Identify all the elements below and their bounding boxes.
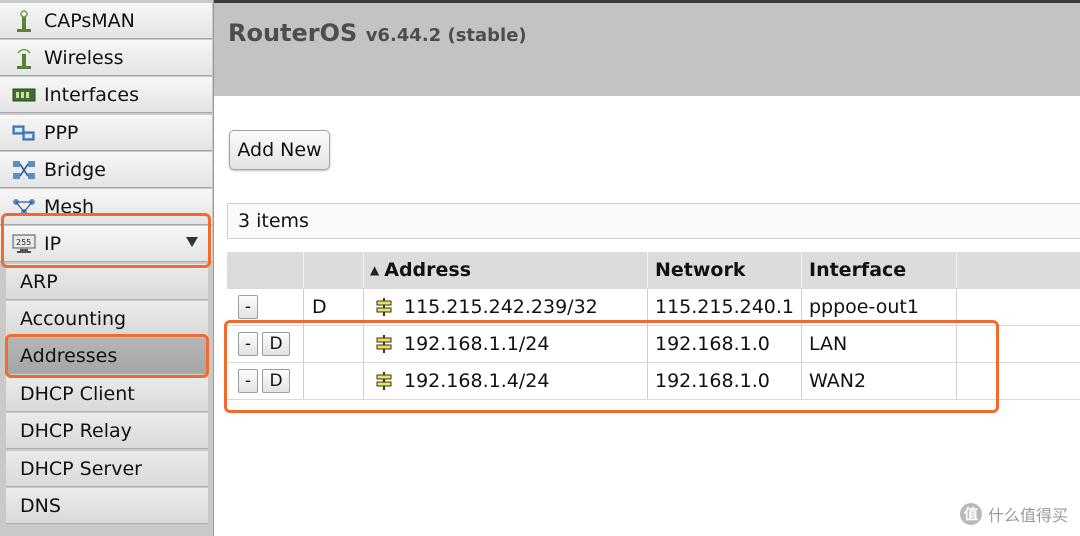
sidebar-item-wireless[interactable]: Wireless [0, 40, 212, 76]
row-interface: WAN2 [802, 363, 957, 399]
watermark-logo-icon: 值 [959, 503, 982, 525]
sort-ascending-icon: ▲ [370, 263, 380, 277]
row-actions: - [227, 289, 304, 325]
row-network: 192.168.1.0 [648, 326, 802, 362]
interfaces-card-icon [11, 84, 37, 106]
watermark-text: 什么值得买 [987, 506, 1068, 525]
ip-monitor-icon: 255 [11, 233, 37, 255]
row-spacer [957, 326, 1080, 362]
row-address-cell[interactable]: 115.215.242.239/32 [364, 289, 648, 325]
row-network: 192.168.1.0 [648, 363, 802, 399]
mesh-network-icon [11, 196, 37, 218]
sidebar-item-label: CAPsMAN [44, 9, 135, 32]
sidebar-item-interfaces[interactable]: Interfaces [0, 77, 212, 113]
row-flag [304, 363, 364, 399]
ppp-network-icon [11, 122, 37, 144]
row-interface: pppoe-out1 [802, 289, 957, 325]
winbox-webfig-window: CAPsMAN Wireless Interfaces PPP Bridge M… [0, 0, 1080, 536]
bridge-network-icon [11, 159, 37, 181]
row-address-cell[interactable]: 192.168.1.1/24 [364, 326, 648, 362]
sidebar-item-label: Mesh [44, 195, 95, 218]
sidebar-subitem-dhcp-server[interactable]: DHCP Server [6, 451, 208, 487]
row-network: 115.215.240.1 [648, 289, 802, 325]
table-row[interactable]: - D 115.215.242.239/32 115.215.240.1 ppp… [227, 289, 1080, 326]
disable-button[interactable]: D [262, 369, 290, 393]
sidebar-subitem-arp[interactable]: ARP [6, 264, 208, 300]
sidebar-subitem-addresses[interactable]: Addresses [6, 338, 208, 374]
remove-button[interactable]: - [238, 295, 258, 319]
chevron-down-icon [186, 237, 198, 247]
sidebar-subitem-dns[interactable]: DNS [6, 488, 208, 524]
capsman-antenna-icon [11, 9, 37, 32]
sidebar-subitem-dhcp-client[interactable]: DHCP Client [6, 376, 208, 412]
sidebar-item-label: PPP [44, 121, 79, 144]
remove-button[interactable]: - [238, 369, 258, 393]
sidebar-item-label: Wireless [44, 46, 124, 69]
ip-address-icon [374, 371, 394, 391]
table-header-row: ▲ Address Network Interface [227, 252, 1080, 289]
row-address-cell[interactable]: 192.168.1.4/24 [364, 363, 648, 399]
row-spacer [957, 363, 1080, 399]
watermark: 值 什么值得买 [959, 502, 1068, 526]
svg-text:255: 255 [16, 238, 31, 247]
sidebar-item-mesh[interactable]: Mesh [0, 189, 212, 225]
row-flag [304, 326, 364, 362]
row-actions: - D [227, 363, 304, 399]
column-header-actions [227, 252, 304, 288]
row-address: 192.168.1.1/24 [404, 333, 550, 355]
sidebar-item-ip[interactable]: 255 IP [0, 226, 212, 262]
ip-address-icon [374, 297, 394, 317]
row-flag: D [304, 289, 364, 325]
row-address: 115.215.242.239/32 [404, 296, 598, 318]
sidebar-menu: CAPsMAN Wireless Interfaces PPP Bridge M… [0, 0, 214, 536]
column-header-spacer [957, 252, 1080, 288]
sidebar-item-bridge[interactable]: Bridge [0, 152, 212, 188]
sidebar-item-label: IP [44, 232, 62, 255]
page-header: RouterOS v6.44.2 (stable) [214, 0, 1080, 96]
column-header-flags [304, 252, 364, 288]
sidebar-item-ppp[interactable]: PPP [0, 115, 212, 151]
table-row[interactable]: - D 192.168.1.4/24 192.168.1.0 WAN2 [227, 363, 1080, 400]
sidebar-item-capsman[interactable]: CAPsMAN [0, 3, 212, 39]
sidebar-item-label: Interfaces [44, 83, 139, 106]
sidebar-subitem-dhcp-relay[interactable]: DHCP Relay [6, 413, 208, 449]
row-actions: - D [227, 326, 304, 362]
disable-button[interactable]: D [262, 332, 290, 356]
item-count: 3 items [238, 210, 309, 232]
wireless-antenna-icon [11, 47, 37, 69]
column-header-network[interactable]: Network [648, 252, 802, 288]
add-new-button[interactable]: Add New [229, 130, 330, 170]
column-header-address[interactable]: ▲ Address [364, 252, 648, 288]
column-header-interface[interactable]: Interface [802, 252, 957, 288]
row-address: 192.168.1.4/24 [404, 370, 550, 392]
version-label: v6.44.2 (stable) [365, 25, 527, 46]
row-spacer [957, 289, 1080, 325]
sidebar-subitem-accounting[interactable]: Accounting [6, 301, 208, 337]
product-name: RouterOS [228, 19, 358, 47]
item-count-bar: 3 items [227, 203, 1080, 239]
ip-address-icon [374, 334, 394, 354]
table-row[interactable]: - D 192.168.1.1/24 192.168.1.0 LAN [227, 326, 1080, 363]
row-interface: LAN [802, 326, 957, 362]
sidebar-item-label: Bridge [44, 158, 106, 181]
remove-button[interactable]: - [238, 332, 258, 356]
page-title: RouterOS v6.44.2 (stable) [228, 19, 527, 47]
